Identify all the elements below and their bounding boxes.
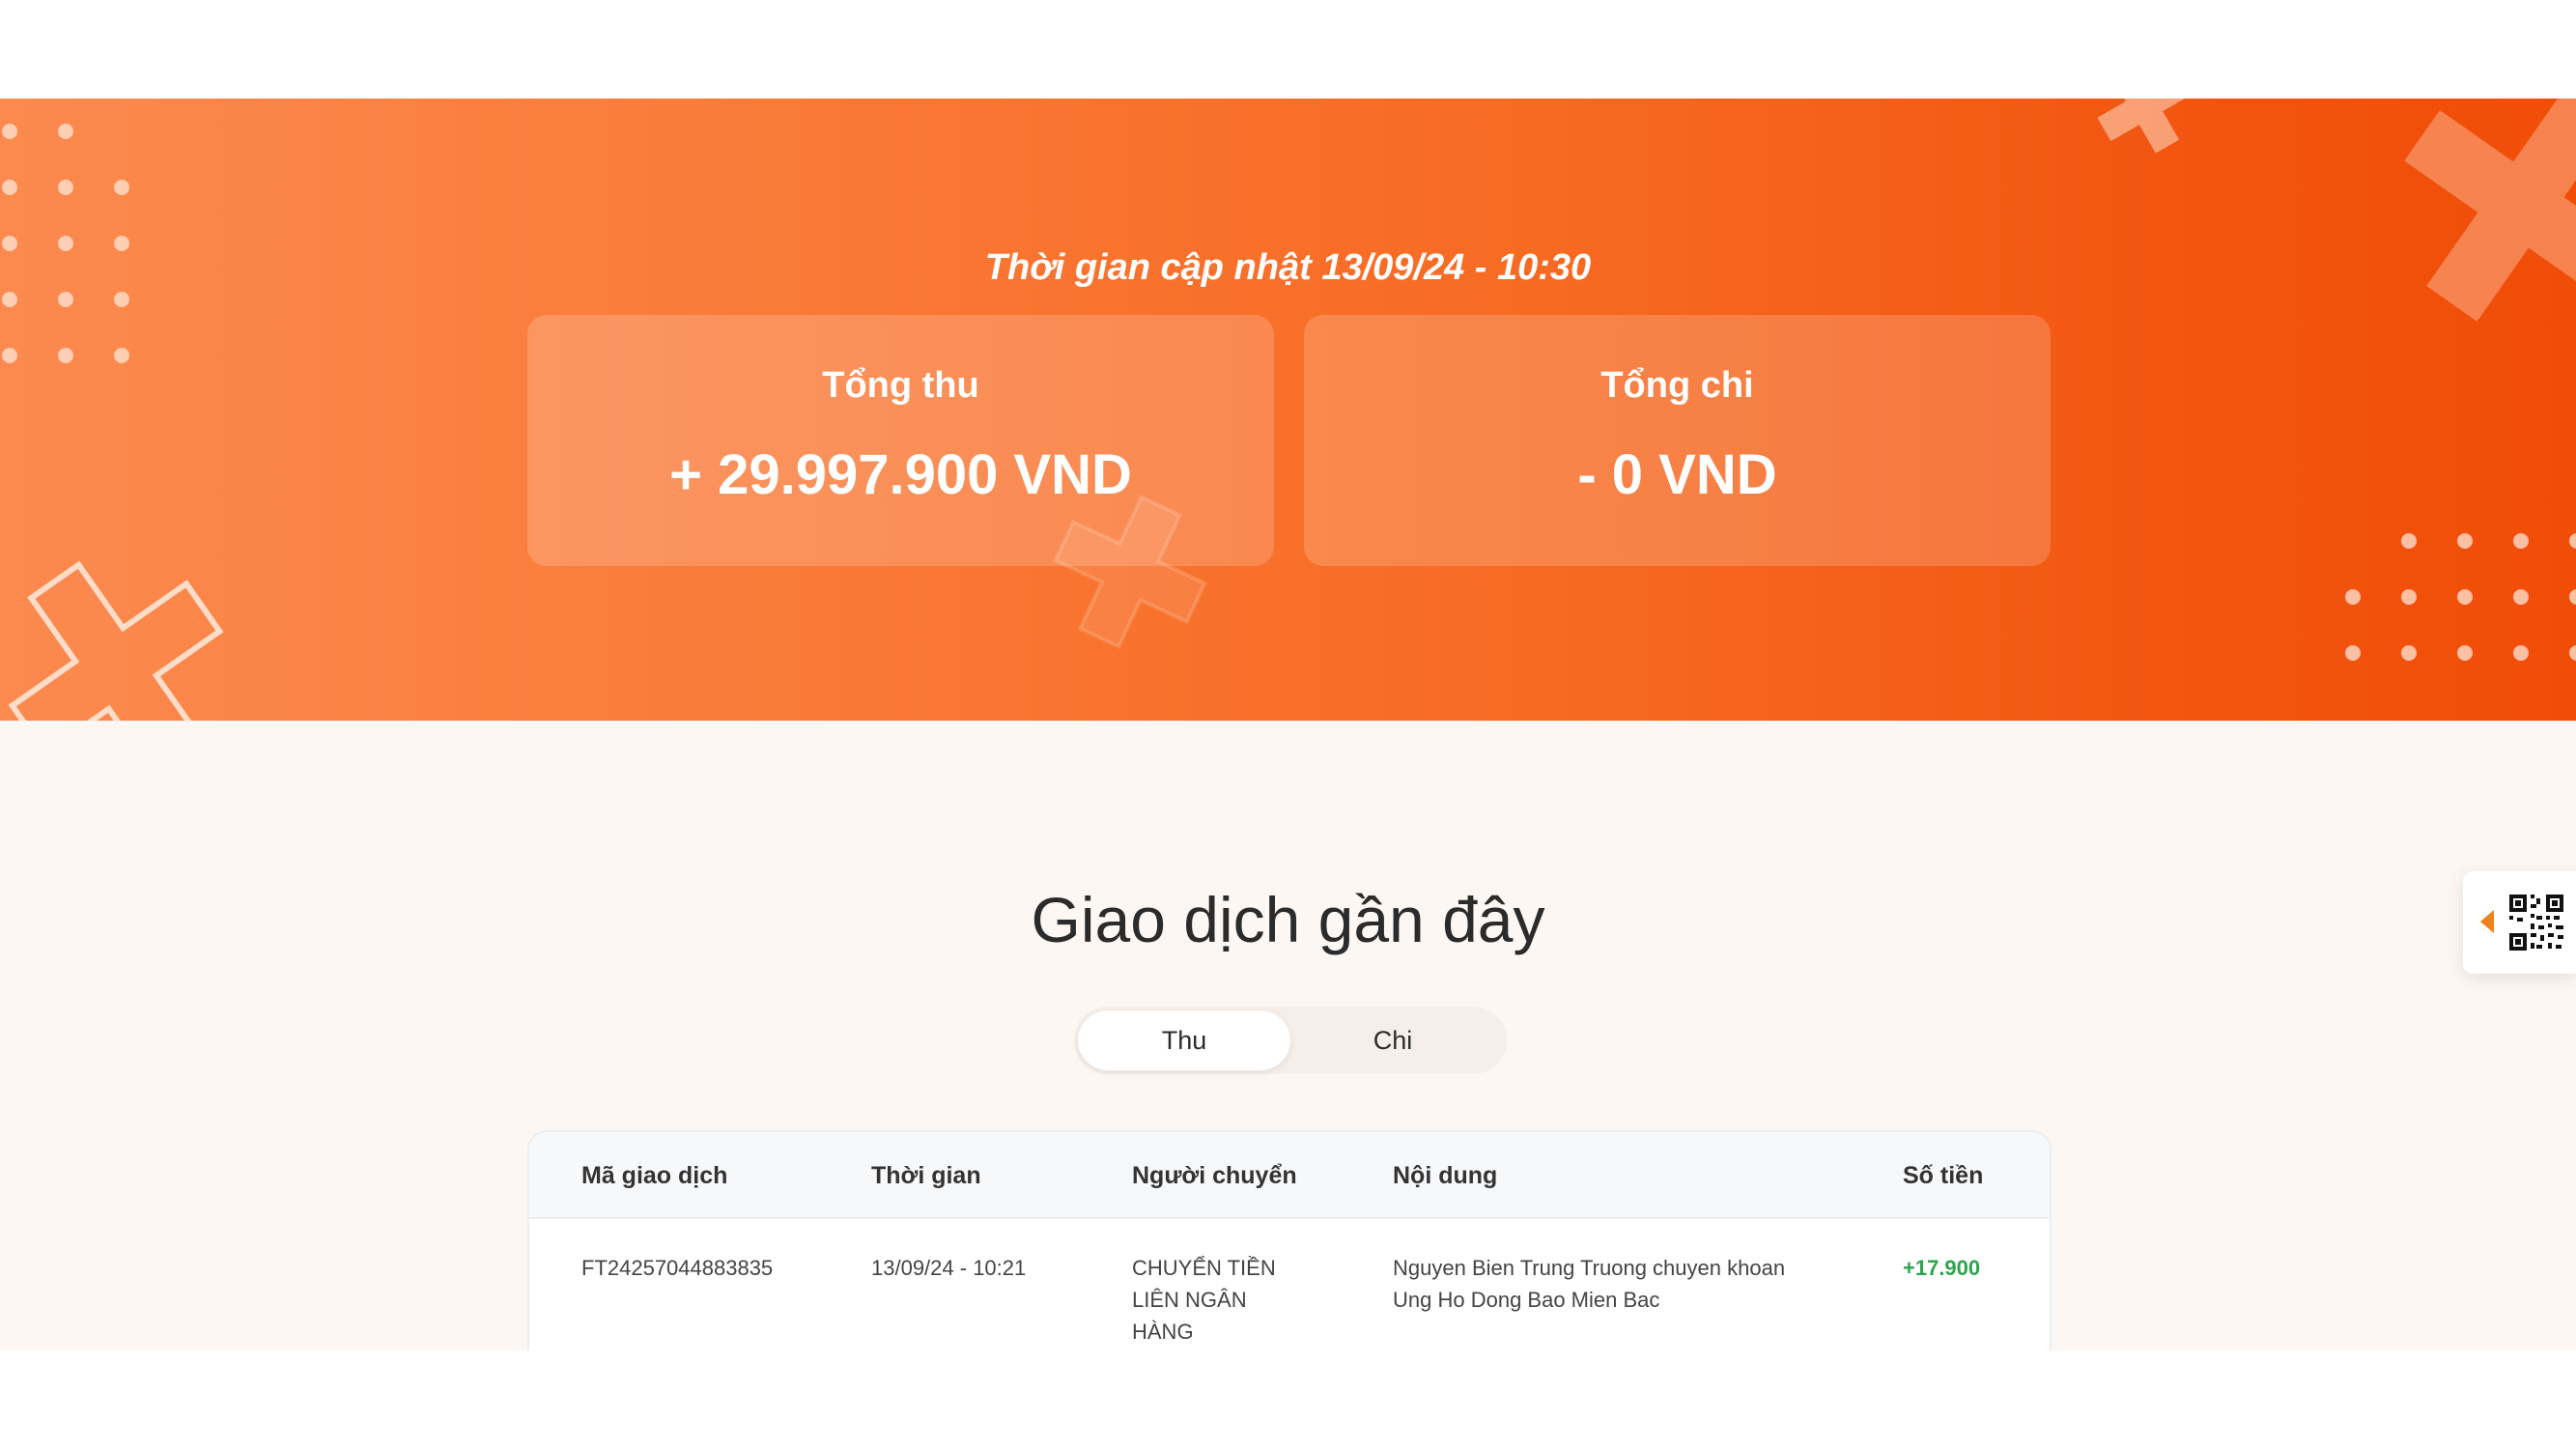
income-expense-tabs: Thu Chi: [1074, 1007, 1507, 1074]
column-header-content: Nội dung: [1393, 1162, 1498, 1189]
decorative-cross-small: [2097, 99, 2192, 154]
transaction-amount-cell: +17.900: [1903, 1256, 1981, 1280]
tab-expense[interactable]: Chi: [1287, 1010, 1499, 1070]
summary-banner: Thời gian cập nhật 13/09/24 - 10:30 Tổng…: [0, 99, 2576, 721]
total-income-card: Tổng thu + 29.997.900 VND: [527, 315, 1274, 566]
caret-left-icon: [2480, 910, 2494, 933]
column-header-transaction-id: Mã giao dịch: [581, 1162, 728, 1189]
qr-code-icon: [2509, 895, 2563, 951]
transaction-time-cell: 13/09/24 - 10:21: [871, 1256, 1027, 1280]
page: Thời gian cập nhật 13/09/24 - 10:30 Tổng…: [0, 0, 2576, 1449]
total-expense-label: Tổng chi: [1600, 365, 1754, 406]
transaction-id-cell: FT24257044883835: [581, 1256, 774, 1280]
tab-income[interactable]: Thu: [1078, 1010, 1290, 1070]
decorative-cross-outline: [8, 560, 224, 721]
decorative-dots-top-left: [0, 99, 135, 379]
qr-code-toggle-button[interactable]: [2463, 871, 2576, 974]
total-expense-card: Tổng chi - 0 VND: [1304, 315, 2051, 566]
recent-transactions-section: Giao dịch gần đây Thu Chi Mã giao dịch T…: [0, 721, 2576, 1350]
decorative-dots-bottom-right: [2337, 533, 2576, 668]
column-header-sender: Người chuyển: [1132, 1162, 1297, 1189]
total-income-value: + 29.997.900 VND: [669, 443, 1132, 506]
update-time: Thời gian cập nhật 13/09/24 - 10:30: [984, 247, 1592, 288]
transactions-table: Mã giao dịch Thời gian Người chuyển Nội …: [527, 1130, 2052, 1350]
table-header: Mã giao dịch Thời gian Người chuyển Nội …: [529, 1132, 2050, 1219]
total-income-label: Tổng thu: [822, 365, 979, 406]
transaction-content-cell: Nguyen Bien Trung Truong chuyen khoan Un…: [1393, 1256, 1786, 1312]
total-expense-value: - 0 VND: [1577, 443, 1777, 506]
decorative-cross-large: [2404, 99, 2576, 322]
section-title: Giao dịch gần đây: [1031, 884, 1545, 955]
column-header-amount: Số tiền: [1903, 1162, 1984, 1189]
transaction-sender-cell: CHUYỂN TIỀN LIÊN NGÂN HÀNG: [1132, 1256, 1276, 1344]
column-header-time: Thời gian: [871, 1162, 981, 1189]
